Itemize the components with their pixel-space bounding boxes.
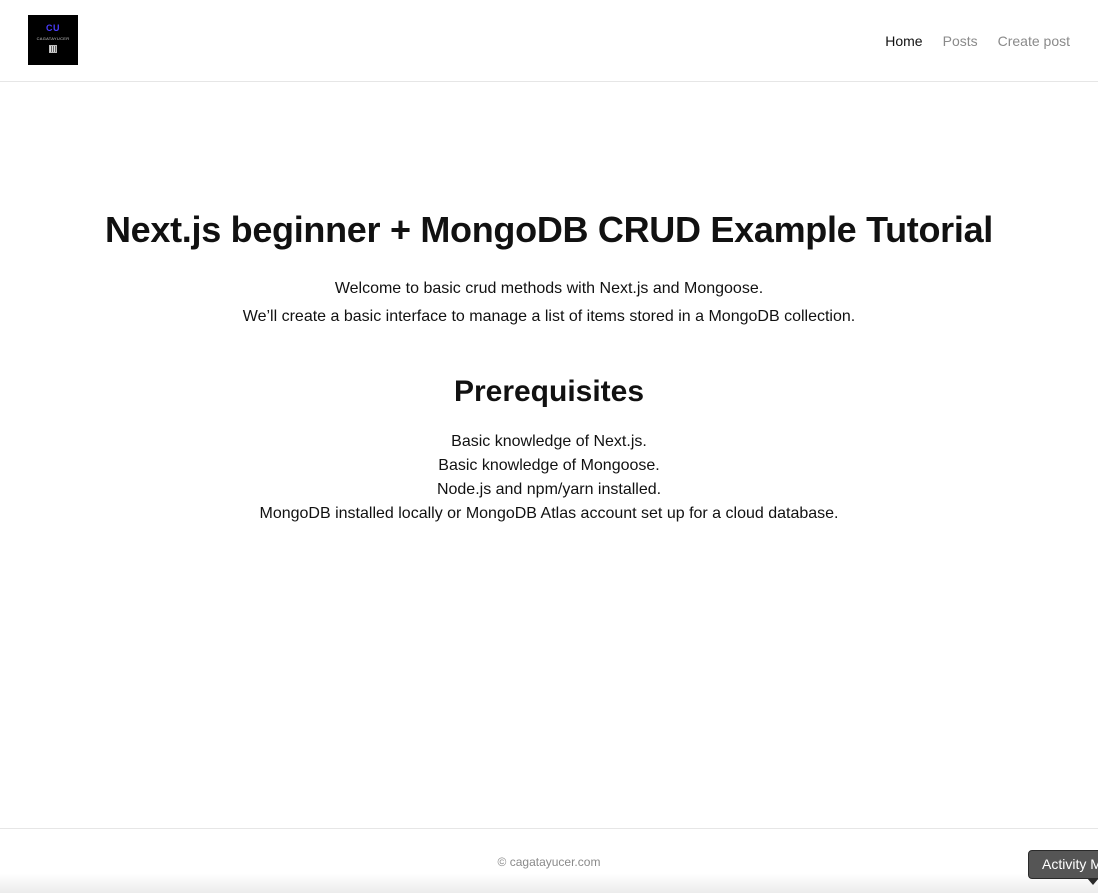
- prerequisites-list: Basic knowledge of Next.js. Basic knowle…: [0, 430, 1098, 526]
- copyright-text: © cagatayucer.com: [497, 855, 601, 869]
- prerequisite-item: Basic knowledge of Mongoose.: [438, 457, 660, 474]
- nav-link-home[interactable]: Home: [885, 31, 922, 51]
- intro-line: We’ll create a basic interface to manage…: [242, 308, 856, 325]
- intro-text: Welcome to basic crud methods with Next.…: [0, 275, 1098, 331]
- activity-monitor-button[interactable]: Activity M: [1028, 850, 1098, 879]
- qr-code-icon: [49, 45, 57, 53]
- nav-link-posts[interactable]: Posts: [943, 31, 978, 51]
- logo-name: CAGATAYUCER: [36, 36, 70, 41]
- nav-link-create-post[interactable]: Create post: [998, 31, 1070, 51]
- site-footer: © cagatayucer.com Activity M: [0, 828, 1098, 893]
- prerequisite-item: Basic knowledge of Next.js.: [451, 433, 647, 450]
- site-logo[interactable]: CU CAGATAYUCER: [28, 15, 78, 65]
- prerequisite-item: Node.js and npm/yarn installed.: [436, 481, 662, 498]
- page-title: Next.js beginner + MongoDB CRUD Example …: [104, 209, 994, 250]
- prerequisite-item: MongoDB installed locally or MongoDB Atl…: [259, 505, 839, 522]
- logo-mark: CU: [46, 23, 60, 33]
- main-content: Next.js beginner + MongoDB CRUD Example …: [0, 82, 1098, 828]
- site-header: CU CAGATAYUCER Home Posts Create post: [0, 0, 1098, 82]
- prerequisites-heading: Prerequisites: [453, 375, 645, 408]
- page: CU CAGATAYUCER Home Posts Create post Ne…: [0, 0, 1098, 893]
- tooltip-pointer-icon: [1087, 878, 1098, 885]
- main-nav: Home Posts Create post: [885, 31, 1070, 51]
- intro-line: Welcome to basic crud methods with Next.…: [334, 280, 764, 297]
